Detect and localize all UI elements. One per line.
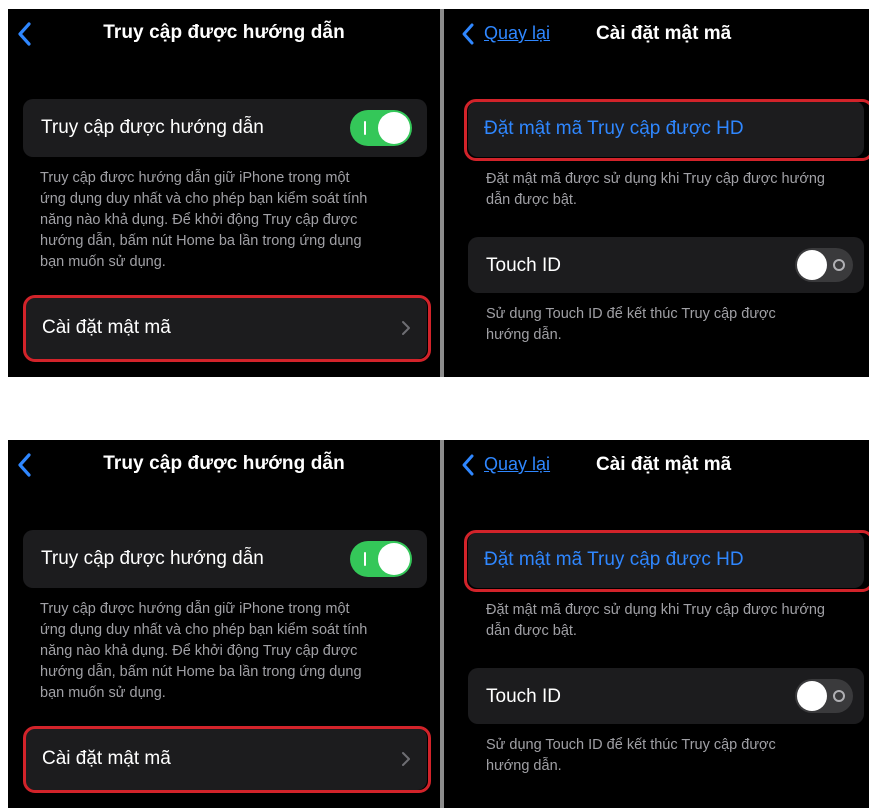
touch-id-footer: Sử dụng Touch ID để kết thúc Truy cập đư… bbox=[486, 735, 776, 777]
highlight-box bbox=[464, 530, 869, 592]
description-line: bạn muốn sử dụng. bbox=[40, 685, 166, 701]
back-chevron-icon[interactable] bbox=[458, 452, 478, 478]
guided-access-description: Truy cập được hướng dẫn giữ iPhone trong… bbox=[40, 599, 367, 704]
footer-line: dẫn được bật. bbox=[486, 192, 577, 208]
page-title: Truy cập được hướng dẫn bbox=[103, 453, 345, 474]
guided-access-label: Truy cập được hướng dẫn bbox=[41, 548, 264, 569]
footer-line: hướng dẫn. bbox=[486, 758, 562, 774]
back-button[interactable]: Quay lại bbox=[484, 454, 550, 475]
passcode-footer: Đặt mật mã được sử dụng khi Truy cập đượ… bbox=[486, 600, 825, 642]
footer-line: Sử dụng Touch ID để kết thúc Truy cập đư… bbox=[486, 737, 776, 753]
passcode-footer: Đặt mật mã được sử dụng khi Truy cập đượ… bbox=[486, 169, 825, 211]
toggle-off-indicator-icon bbox=[833, 690, 845, 702]
page-title: Truy cập được hướng dẫn bbox=[103, 22, 345, 43]
screenshot-composite-bottom: Truy cập được hướng dẫn Truy cập được hư… bbox=[8, 440, 869, 808]
footer-line: hướng dẫn. bbox=[486, 327, 562, 343]
highlight-box bbox=[23, 726, 431, 793]
back-chevron-icon[interactable] bbox=[458, 21, 478, 47]
footer-line: dẫn được bật. bbox=[486, 623, 577, 639]
guided-access-screen: Truy cập được hướng dẫn Truy cập được hư… bbox=[8, 440, 440, 808]
page-title: Cài đặt mật mã bbox=[596, 23, 732, 44]
description-line: năng nào khả dụng. Để khởi động Truy cập… bbox=[40, 212, 358, 228]
guided-access-toggle-row[interactable]: Truy cập được hướng dẫn bbox=[23, 99, 427, 157]
description-line: năng nào khả dụng. Để khởi động Truy cập… bbox=[40, 643, 358, 659]
guided-access-description: Truy cập được hướng dẫn giữ iPhone trong… bbox=[40, 168, 367, 273]
description-line: ứng dụng duy nhất và cho phép bạn kiểm s… bbox=[40, 191, 368, 207]
toggle-knob bbox=[797, 250, 827, 280]
footer-line: Đặt mật mã được sử dụng khi Truy cập đượ… bbox=[486, 602, 825, 618]
touch-id-switch[interactable] bbox=[795, 679, 853, 713]
toggle-knob bbox=[378, 543, 410, 575]
description-line: Truy cập được hướng dẫn giữ iPhone trong… bbox=[40, 601, 350, 617]
description-line: hướng dẫn, bấm nút Home ba lần trong ứng… bbox=[40, 233, 362, 249]
highlight-box bbox=[464, 99, 869, 161]
description-line: Truy cập được hướng dẫn giữ iPhone trong… bbox=[40, 170, 350, 186]
footer-line: Sử dụng Touch ID để kết thúc Truy cập đư… bbox=[486, 306, 776, 322]
guided-access-switch[interactable] bbox=[350, 110, 412, 146]
toggle-off-indicator-icon bbox=[833, 259, 845, 271]
footer-line: Đặt mật mã được sử dụng khi Truy cập đượ… bbox=[486, 171, 825, 187]
description-line: bạn muốn sử dụng. bbox=[40, 254, 166, 270]
guided-access-screen: Truy cập được hướng dẫn Truy cập được hư… bbox=[8, 9, 440, 377]
toggle-on-indicator-icon bbox=[364, 552, 366, 566]
touch-id-label: Touch ID bbox=[486, 255, 561, 276]
screenshot-composite-top: Truy cập được hướng dẫn Truy cập được hư… bbox=[8, 9, 869, 377]
toggle-knob bbox=[378, 112, 410, 144]
touch-id-switch[interactable] bbox=[795, 248, 853, 282]
highlight-box bbox=[23, 295, 431, 362]
passcode-settings-screen: Quay lại Cài đặt mật mã Đặt mật mã Truy … bbox=[444, 9, 869, 377]
toggle-on-indicator-icon bbox=[364, 121, 366, 135]
back-button[interactable]: Quay lại bbox=[484, 23, 550, 44]
passcode-settings-screen: Quay lại Cài đặt mật mã Đặt mật mã Truy … bbox=[444, 440, 869, 808]
page-title: Cài đặt mật mã bbox=[596, 454, 732, 475]
touch-id-row[interactable]: Touch ID bbox=[468, 668, 864, 724]
description-line: ứng dụng duy nhất và cho phép bạn kiểm s… bbox=[40, 622, 368, 638]
guided-access-label: Truy cập được hướng dẫn bbox=[41, 117, 264, 138]
guided-access-switch[interactable] bbox=[350, 541, 412, 577]
touch-id-row[interactable]: Touch ID bbox=[468, 237, 864, 293]
toggle-knob bbox=[797, 681, 827, 711]
guided-access-toggle-row[interactable]: Truy cập được hướng dẫn bbox=[23, 530, 427, 588]
description-line: hướng dẫn, bấm nút Home ba lần trong ứng… bbox=[40, 664, 362, 680]
touch-id-label: Touch ID bbox=[486, 686, 561, 707]
touch-id-footer: Sử dụng Touch ID để kết thúc Truy cập đư… bbox=[486, 304, 776, 346]
